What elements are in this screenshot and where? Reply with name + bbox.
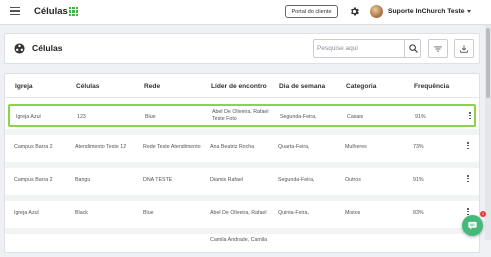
cell-dia: Segunda-Feira, (280, 114, 317, 120)
column-header-lider[interactable]: Líder de encontro (211, 83, 267, 90)
cell-lider: Abel De Oliveira, Rafael (212, 109, 269, 115)
chat-icon (468, 221, 477, 230)
cell-lider: Abel De Oliveira, Rafael (210, 210, 267, 216)
column-header-categoria[interactable]: Categoria (346, 83, 376, 90)
cell-categoria: Mistos (345, 210, 361, 216)
search-input[interactable] (317, 42, 401, 55)
portal-do-cliente-button[interactable]: Portal do cliente (285, 5, 338, 18)
column-header-igreja[interactable]: Igreja (15, 83, 33, 90)
download-button[interactable] (454, 39, 474, 58)
table-row[interactable]: Camila Andrade, Camila (8, 234, 476, 257)
filter-icon (434, 46, 442, 52)
row-separator (5, 195, 479, 201)
page-title: Células (32, 43, 63, 53)
cell-frequencia: 91% (413, 177, 424, 183)
cell-lider: Ana Beatriz Rocha (210, 144, 255, 150)
cell-frequencia: 91% (415, 114, 426, 120)
column-header-frequencia[interactable]: Frequência (414, 83, 449, 90)
cell-categoria: Mulheres (345, 144, 367, 150)
column-header-celulas[interactable]: Células (76, 83, 99, 90)
table-row[interactable]: Igreja Azul 123 Blue Abel De Oliveira, R… (8, 104, 476, 127)
app-title: Células (34, 6, 68, 17)
cell-lider-line2: Teste Foto (212, 116, 237, 122)
cell-rede: DNA TESTE (143, 177, 173, 183)
filter-button[interactable] (428, 39, 448, 58)
top-bar: Células Portal do cliente Suporte InChur… (0, 0, 491, 25)
search-icon (409, 44, 418, 53)
cell-lider: Camila Andrade, Camila (210, 237, 268, 243)
cell-frequencia: 83% (413, 210, 424, 216)
cell-igreja: Igreja Azul (16, 114, 41, 120)
user-name[interactable]: Suporte InChurch Teste (388, 8, 465, 15)
cell-igreja: Campus Barra 2 (14, 144, 53, 150)
user-avatar[interactable] (370, 5, 383, 18)
more-vert-icon[interactable] (469, 112, 471, 121)
cell-lider: Diamis Rafael (210, 177, 243, 183)
scrollbar-thumb[interactable] (486, 28, 490, 98)
hamburger-menu-icon[interactable] (10, 7, 20, 16)
table-row[interactable]: Igreja Azul Black Blue Abel De Oliveira,… (8, 202, 476, 225)
cell-celula: Atendimento Teste 12 (75, 144, 127, 150)
table-row[interactable]: Campus Barra 2 Bangu DNA TESTE Diamis Ra… (8, 169, 476, 192)
download-icon (460, 45, 468, 53)
cell-celula: Black (75, 210, 88, 216)
cell-categoria: Casais (347, 114, 364, 120)
more-vert-icon[interactable] (467, 142, 469, 151)
cell-celula: Bangu (75, 177, 91, 183)
cell-categoria: Outros (345, 177, 361, 183)
cell-igreja: Igreja Azul (14, 210, 39, 216)
cell-igreja: Campus Barra 2 (14, 177, 53, 183)
cells-group-icon (14, 43, 25, 54)
more-vert-icon[interactable] (467, 175, 469, 184)
cell-celula: 123 (77, 114, 86, 120)
cell-rede: Rede Teste Atendimento (143, 144, 201, 150)
cell-rede: Blue (143, 210, 154, 216)
cells-table: Igreja Células Rede Líder de encontro Di… (4, 73, 480, 253)
cell-frequencia: 73% (413, 144, 424, 150)
cell-dia: Quarta-Feira, (278, 144, 310, 150)
search-button[interactable] (404, 40, 422, 57)
column-header-rede[interactable]: Rede (144, 83, 160, 90)
apps-grid-icon[interactable] (69, 7, 78, 16)
notification-badge: 1 (480, 211, 486, 217)
page-header-card: Células (4, 33, 480, 64)
header-divider (5, 97, 479, 98)
cell-dia: Quinta-Feira, (278, 210, 309, 216)
gear-icon[interactable] (349, 6, 360, 17)
search-box (313, 39, 421, 58)
chat-button[interactable] (462, 215, 483, 236)
table-row[interactable]: Campus Barra 2 Atendimento Teste 12 Rede… (8, 136, 476, 159)
chevron-down-icon[interactable] (467, 10, 471, 13)
row-separator (5, 162, 479, 168)
row-separator (5, 129, 479, 135)
column-header-dia-semana[interactable]: Dia de semana (279, 83, 325, 90)
cell-dia: Segunda-Feira, (278, 177, 315, 183)
cell-rede: Blue (145, 114, 156, 120)
